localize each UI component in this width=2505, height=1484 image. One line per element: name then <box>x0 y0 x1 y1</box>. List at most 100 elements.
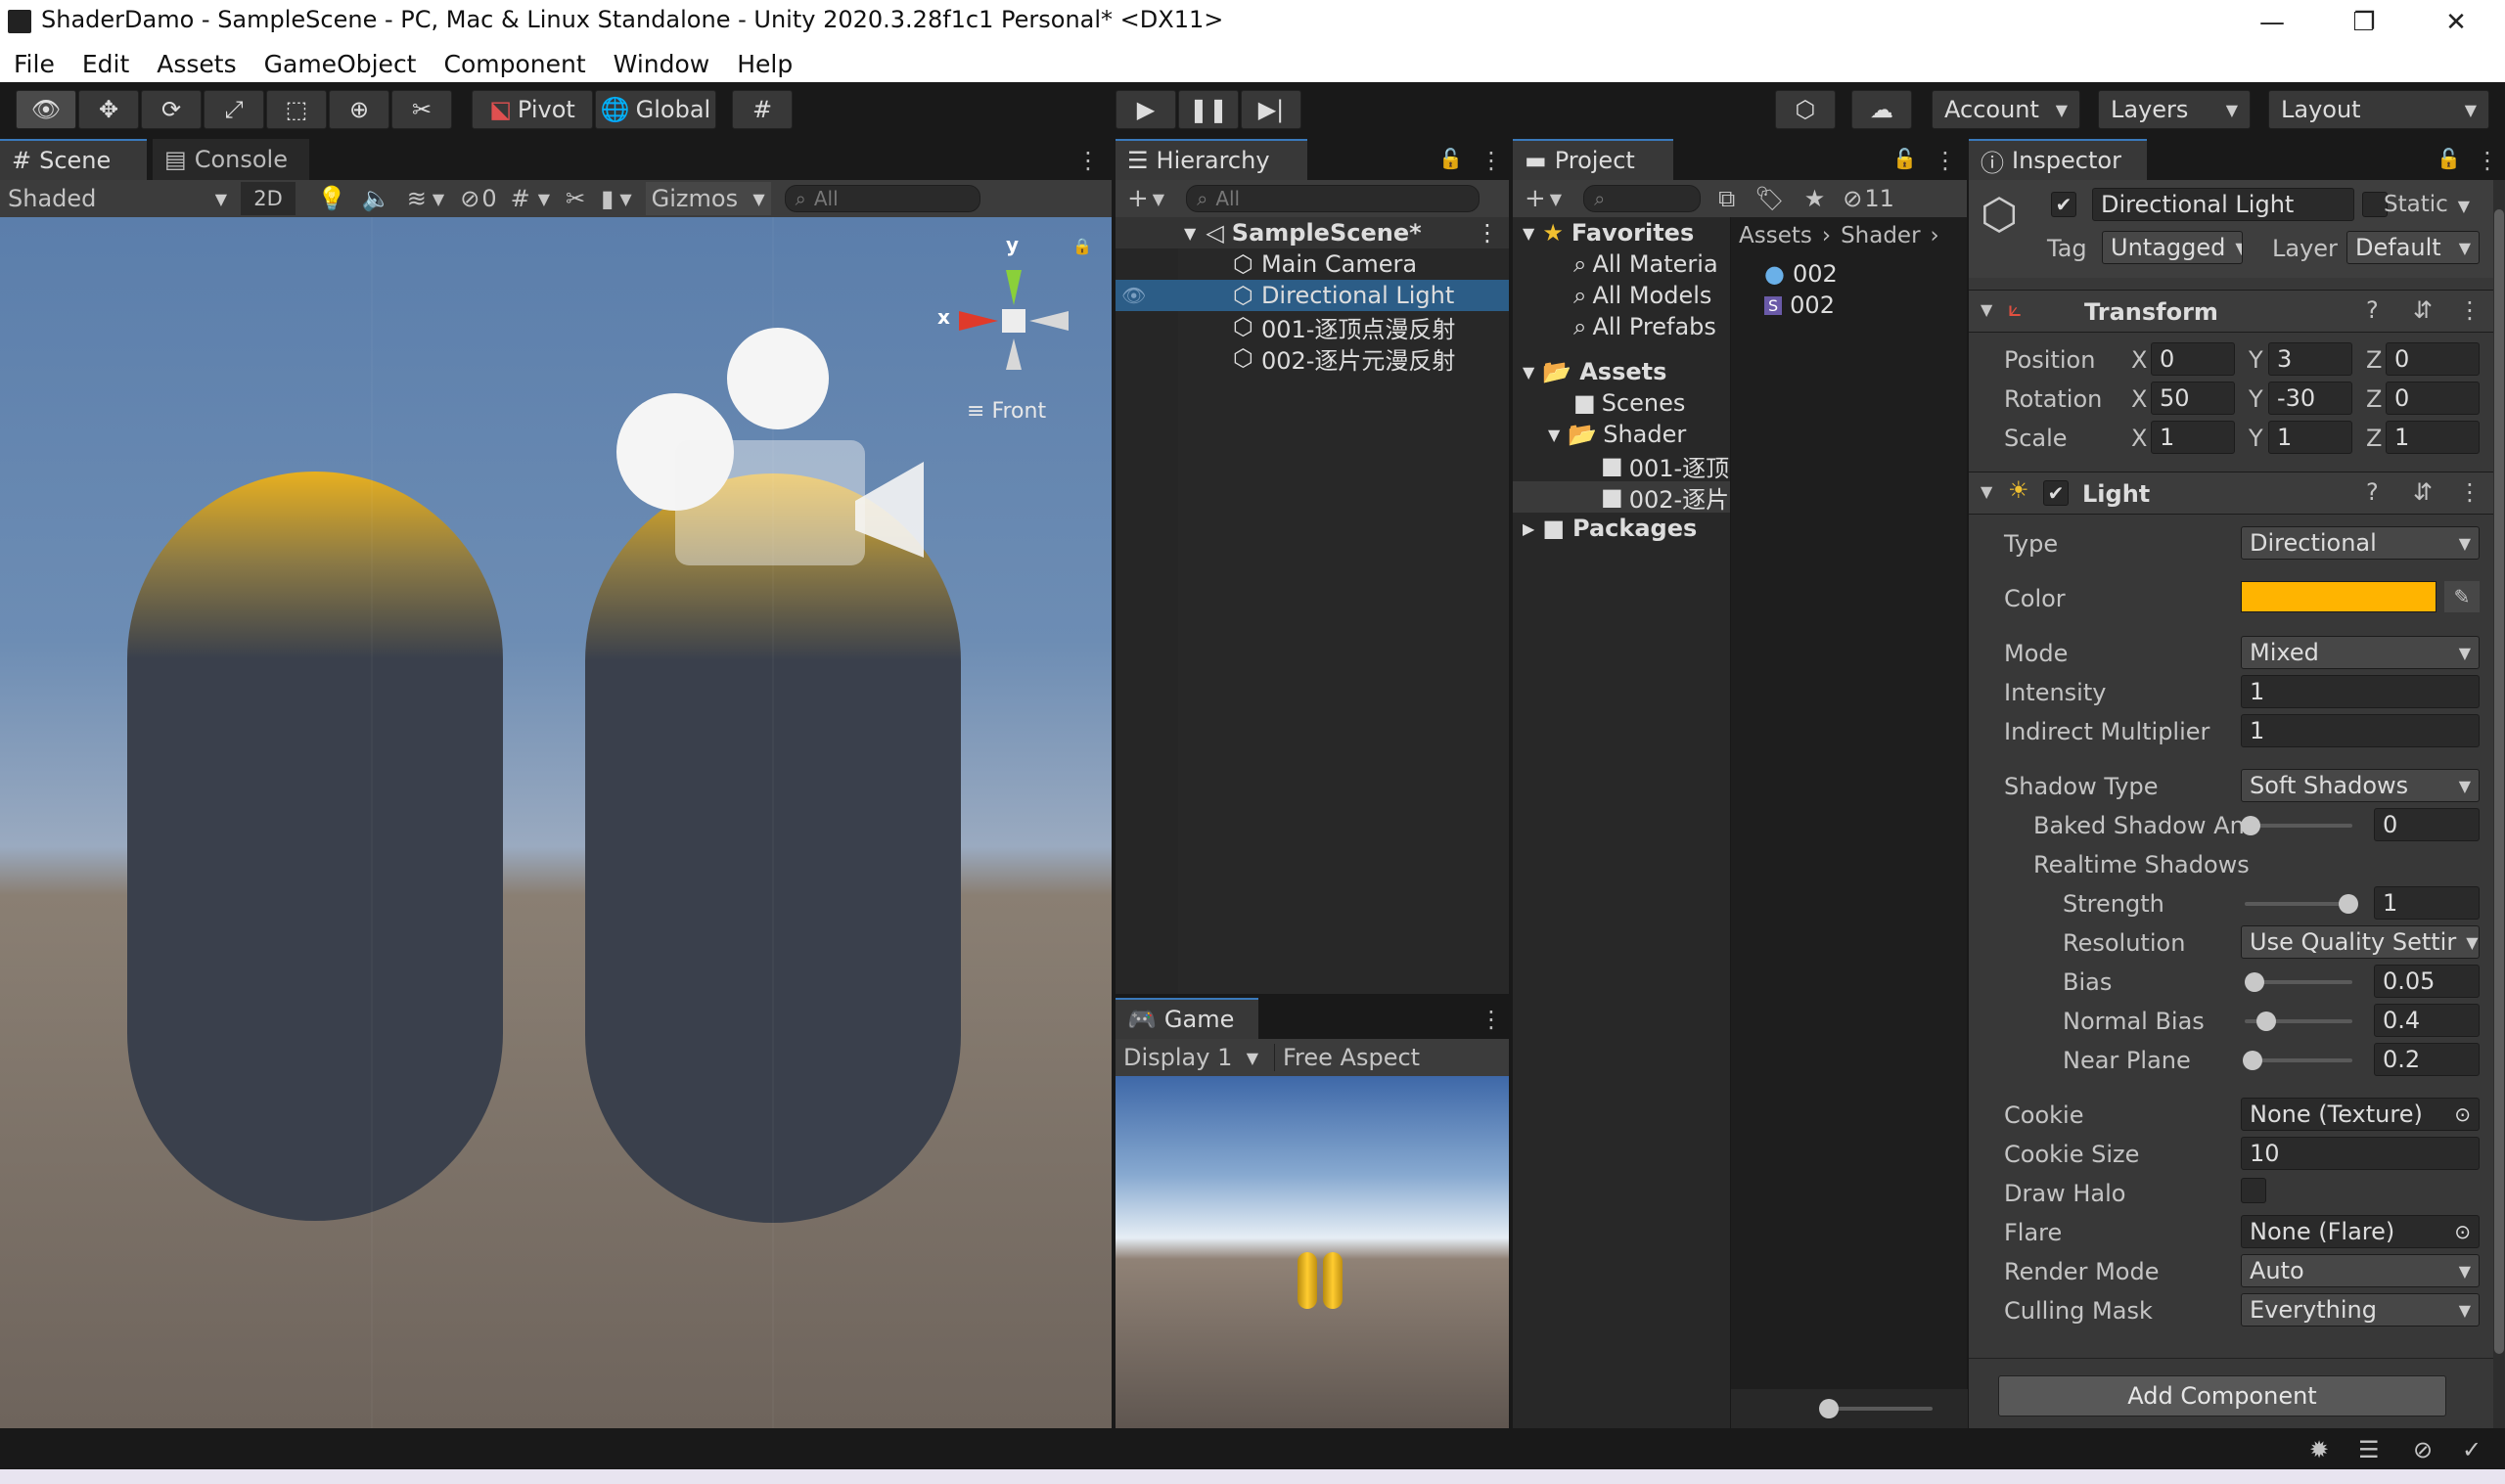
collapse-caret-icon[interactable]: ▶ <box>1523 519 1534 538</box>
pivot-button[interactable]: ⬕ Pivot <box>472 90 593 129</box>
inspector-scrollbar[interactable] <box>2493 180 2505 1428</box>
visibility-eye-icon[interactable]: 👁 <box>1121 284 1146 307</box>
breadcrumb-item[interactable]: Shader <box>1841 223 1920 248</box>
static-dropdown[interactable]: Static ▼ <box>2384 192 2470 217</box>
inspector-menu-icon[interactable]: ⋮ <box>2476 147 2499 174</box>
hierarchy-search-input[interactable]: ⌕ All <box>1186 185 1480 212</box>
camera-caret-icon[interactable]: ▼ <box>619 190 631 208</box>
mode-dropdown[interactable]: Mixed ▼ <box>2241 636 2480 669</box>
tab-hierarchy[interactable]: ☰ Hierarchy <box>1116 139 1307 180</box>
close-button[interactable]: ✕ <box>2411 0 2501 45</box>
scene-menu-dots-icon[interactable]: ⋮ <box>1476 219 1499 247</box>
shadow-type-dropdown[interactable]: Soft Shadows ▼ <box>2241 769 2480 802</box>
component-menu-icon[interactable]: ⋮ <box>2458 478 2482 506</box>
display-dropdown[interactable]: Display 1 ▼ <box>1116 1044 1266 1071</box>
tab-console[interactable]: ▤ Console <box>153 139 309 180</box>
scene-viewport[interactable]: y x 🔒 ≡ Front <box>0 217 1112 1428</box>
collapse-caret-icon[interactable]: ▼ <box>1981 482 1992 501</box>
baked-shadow-angle-field[interactable]: 0 <box>2374 808 2480 841</box>
scale-z-field[interactable]: 1 <box>2386 421 2480 454</box>
global-button[interactable]: 🌐 Global <box>595 90 716 129</box>
scale-y-field[interactable]: 1 <box>2268 421 2352 454</box>
normal-bias-slider[interactable] <box>2245 1012 2352 1031</box>
collab-icon[interactable]: ⬡ <box>1775 90 1836 129</box>
component-menu-icon[interactable]: ⋮ <box>2458 296 2482 324</box>
asset-file-item[interactable]: S 002 <box>1731 290 1967 321</box>
orientation-gizmo[interactable] <box>959 270 1069 370</box>
slider-knob[interactable] <box>1819 1399 1839 1418</box>
favorite-star-icon[interactable]: ★ <box>1804 185 1826 212</box>
hidden-packages-icon[interactable]: ⊘ <box>1843 185 1862 212</box>
bias-field[interactable]: 0.05 <box>2374 965 2480 998</box>
tab-game[interactable]: 🎮 Game <box>1116 998 1258 1039</box>
gizmo-lock-icon[interactable]: 🔒 <box>1072 237 1092 255</box>
near-plane-slider[interactable] <box>2243 1051 2352 1070</box>
minimize-button[interactable]: — <box>2227 0 2317 45</box>
position-x-field[interactable]: 0 <box>2151 342 2235 376</box>
scene-root-item[interactable]: ▼ ◁ SampleScene* ⋮ <box>1116 217 1509 248</box>
add-caret-icon[interactable]: ▼ <box>1153 190 1164 208</box>
tab-inspector[interactable]: ⓘ Inspector <box>1969 139 2147 180</box>
grid-caret-icon[interactable]: ▼ <box>538 190 550 208</box>
project-menu-icon[interactable]: ⋮ <box>1934 147 1957 174</box>
menu-assets[interactable]: Assets <box>157 50 236 78</box>
cache-server-icon[interactable]: ☰ <box>2358 1436 2380 1463</box>
scale-x-field[interactable]: 1 <box>2151 421 2235 454</box>
transform-header[interactable]: ▼ ⟀ Transform ? ⇵ ⋮ <box>1969 290 2493 333</box>
active-checkbox[interactable]: ✔ <box>2051 192 2076 217</box>
position-y-field[interactable]: 3 <box>2268 342 2352 376</box>
mode-2d-button[interactable]: 2D <box>241 182 296 215</box>
effects-icon[interactable]: ≋ <box>407 185 427 212</box>
packages-folder-item[interactable]: ▶ ■ Packages <box>1513 513 1730 544</box>
menu-window[interactable]: Window <box>614 50 710 78</box>
project-lock-icon[interactable]: 🔓 <box>1892 147 1917 170</box>
rotation-y-field[interactable]: -30 <box>2268 382 2352 415</box>
rect-tool-icon[interactable]: ⬚ <box>266 90 327 129</box>
favorite-item[interactable]: ⌕ All Materia <box>1513 248 1730 280</box>
tab-scene[interactable]: # Scene <box>0 139 147 180</box>
folder-item[interactable]: ▼ 📂 Shader <box>1513 419 1730 450</box>
flare-object-field[interactable]: None (Flare) ⊙ <box>2241 1215 2480 1248</box>
intensity-field[interactable]: 1 <box>2241 675 2480 708</box>
light-enabled-checkbox[interactable]: ✔ <box>2043 480 2069 506</box>
grid-icon[interactable]: # <box>511 185 530 212</box>
folder-item[interactable]: ■ 001-逐顶 <box>1513 450 1730 481</box>
create-caret-icon[interactable]: ▼ <box>1550 190 1562 208</box>
tag-dropdown[interactable]: Untagged▼ <box>2102 231 2243 264</box>
move-tool-icon[interactable]: ✥ <box>78 90 139 129</box>
gizmos-dropdown[interactable]: Gizmos ▼ <box>645 182 771 215</box>
camera-icon[interactable]: ▮ <box>601 185 614 212</box>
pause-button[interactable]: ❚❚ <box>1178 90 1239 129</box>
object-picker-icon[interactable]: ⊙ <box>2454 1220 2471 1243</box>
object-picker-icon[interactable]: ⊙ <box>2454 1102 2471 1126</box>
folder-item-selected[interactable]: ■ 002-逐片 <box>1513 481 1730 513</box>
game-menu-icon[interactable]: ⋮ <box>1480 1006 1503 1033</box>
favorites-item[interactable]: ▼ ★ Favorites <box>1513 217 1730 248</box>
menu-help[interactable]: Help <box>737 50 793 78</box>
cloud-icon[interactable]: ☁ <box>1851 90 1912 129</box>
render-mode-dropdown[interactable]: Auto ▼ <box>2241 1254 2480 1287</box>
cookie-size-field[interactable]: 10 <box>2241 1137 2480 1170</box>
resolution-dropdown[interactable]: Use Quality Settir ▼ <box>2241 925 2480 959</box>
add-component-button[interactable]: Add Component <box>1998 1375 2446 1417</box>
favorite-item[interactable]: ⌕ All Models <box>1513 280 1730 311</box>
breadcrumb-item[interactable]: Assets <box>1739 223 1812 248</box>
slider-knob[interactable] <box>2339 894 2358 914</box>
effects-caret-icon[interactable]: ▼ <box>433 190 444 208</box>
aspect-dropdown[interactable]: Free Aspect <box>1274 1044 1420 1071</box>
baked-shadow-angle-slider[interactable] <box>2241 816 2352 835</box>
account-dropdown[interactable]: Account ▼ <box>1932 90 2080 129</box>
favorite-item[interactable]: ⌕ All Prefabs <box>1513 311 1730 342</box>
expand-caret-icon[interactable]: ▼ <box>1548 426 1560 444</box>
menu-component[interactable]: Component <box>444 50 586 78</box>
menu-file[interactable]: File <box>14 50 55 78</box>
hidden-objects-icon[interactable]: ⊘ <box>460 185 479 212</box>
eyedropper-icon[interactable]: ✎ <box>2444 581 2480 612</box>
hierarchy-menu-icon[interactable]: ⋮ <box>1480 147 1503 174</box>
tab-project[interactable]: ▬ Project <box>1513 139 1673 180</box>
grid-snap-icon[interactable]: # <box>732 90 793 129</box>
expand-caret-icon[interactable]: ▼ <box>1523 363 1534 382</box>
slider-knob[interactable] <box>2256 1012 2276 1031</box>
audio-icon[interactable]: 🔈 <box>362 185 391 212</box>
layers-dropdown[interactable]: Layers ▼ <box>2098 90 2251 129</box>
